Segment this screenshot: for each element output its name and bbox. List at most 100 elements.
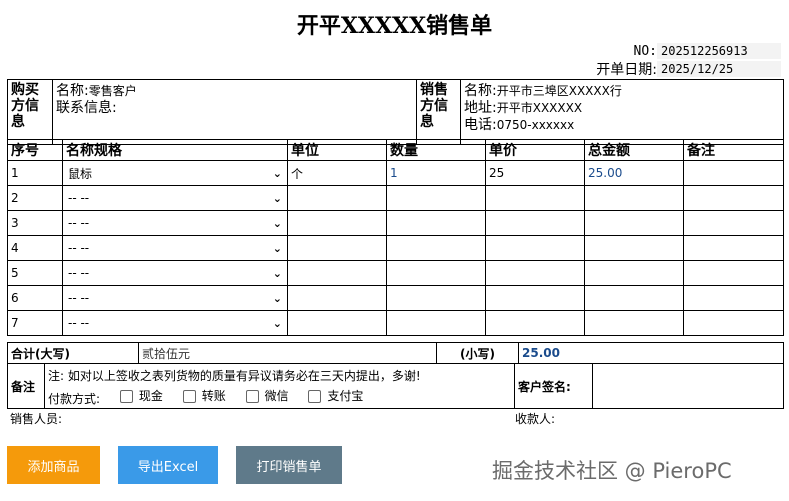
chevron-down-icon: ⌄: [272, 291, 282, 305]
seller-phone-label: 电话:: [464, 117, 497, 133]
party-info-table: 购买方信息 名称:零售客户 联系信息: 销售方信息 名称:开平市三埠区XXXXX…: [7, 79, 784, 145]
checkbox[interactable]: [245, 389, 259, 403]
invoice-number-row: NO: 202512256913: [634, 42, 781, 60]
items-table: 序号 名称规格 单位 数量 单价 总金额 备注 1 鼠标 ⌄ 个 1 25 25.…: [7, 139, 784, 336]
qty-cell[interactable]: [386, 260, 486, 286]
checkbox[interactable]: [308, 389, 322, 403]
add-product-button[interactable]: 添加商品: [7, 446, 100, 484]
price-cell[interactable]: [485, 310, 585, 336]
price-cell[interactable]: [485, 285, 585, 311]
product-select[interactable]: -- -- ⌄: [66, 313, 284, 333]
chevron-down-icon: ⌄: [272, 191, 282, 205]
table-row: 4 -- -- ⌄: [7, 235, 784, 261]
remark-cell[interactable]: [683, 210, 784, 236]
header-no: 序号: [7, 139, 63, 161]
remark-cell[interactable]: [683, 285, 784, 311]
unit-cell[interactable]: 个: [287, 160, 387, 186]
payment-option-alipay[interactable]: 支付宝: [308, 386, 363, 406]
row-no: 4: [7, 235, 63, 261]
seller-heading: 销售方信息: [416, 79, 461, 145]
qty-cell[interactable]: [386, 185, 486, 211]
buyer-heading: 购买方信息: [7, 79, 53, 145]
amount-cell: [584, 310, 684, 336]
qty-cell[interactable]: 1: [386, 160, 486, 186]
header-amount: 总金额: [584, 139, 684, 161]
export-excel-button[interactable]: 导出Excel: [118, 446, 218, 484]
header-remark: 备注: [683, 139, 784, 161]
product-select-value: -- --: [68, 216, 90, 230]
seller-info: 名称:开平市三埠区XXXXX行 地址:开平市XXXXXX 电话:0750-xxx…: [460, 79, 784, 145]
remark-cell[interactable]: [683, 185, 784, 211]
total-lower-label: (小写): [436, 342, 519, 364]
total-lower-value: 25.00: [518, 342, 784, 364]
price-cell[interactable]: [485, 235, 585, 261]
invoice-date-row: 开单日期: 2025/12/25: [596, 60, 781, 78]
page-title: 开平XXXXX销售单: [296, 13, 493, 39]
qty-cell[interactable]: [386, 310, 486, 336]
product-select[interactable]: -- -- ⌄: [66, 238, 284, 258]
product-select-value: -- --: [68, 266, 90, 280]
invoice-date-value: 2025/12/25: [657, 61, 781, 77]
amount-cell: [584, 235, 684, 261]
row-no: 6: [7, 285, 63, 311]
price-cell[interactable]: [485, 260, 585, 286]
price-cell[interactable]: [485, 185, 585, 211]
note-label: 备注: [7, 363, 45, 409]
seller-name-label: 名称:: [464, 83, 497, 99]
note-text: 注: 如对以上签收之表列货物的质量有异议请务必在三天内提出，多谢!: [48, 369, 421, 383]
buyer-name-value[interactable]: 零售客户: [89, 84, 137, 98]
qty-cell[interactable]: [386, 285, 486, 311]
seller-address-label: 地址:: [464, 100, 497, 116]
price-cell[interactable]: [485, 210, 585, 236]
chevron-down-icon: ⌄: [272, 241, 282, 255]
price-cell[interactable]: 25: [485, 160, 585, 186]
table-row: 5 -- -- ⌄: [7, 260, 784, 286]
payment-option-wechat[interactable]: 微信: [245, 386, 289, 406]
payment-option-transfer[interactable]: 转账: [182, 386, 226, 406]
unit-cell[interactable]: [287, 260, 387, 286]
table-row: 7 -- -- ⌄: [7, 310, 784, 336]
unit-cell[interactable]: [287, 185, 387, 211]
remark-cell[interactable]: [683, 310, 784, 336]
row-no: 1: [7, 160, 63, 186]
unit-cell[interactable]: [287, 310, 387, 336]
row-no: 5: [7, 260, 63, 286]
print-invoice-button[interactable]: 打印销售单: [236, 446, 342, 484]
chevron-down-icon: ⌄: [272, 166, 282, 180]
product-select[interactable]: -- -- ⌄: [66, 288, 284, 308]
unit-cell[interactable]: [287, 235, 387, 261]
buyer-name-label: 名称:: [56, 83, 89, 99]
remark-cell[interactable]: [683, 235, 784, 261]
product-select[interactable]: -- -- ⌄: [66, 213, 284, 233]
total-upper-label: 合计(大写): [7, 342, 139, 364]
qty-cell[interactable]: [386, 210, 486, 236]
product-select-value: 鼠标: [68, 166, 93, 181]
unit-cell[interactable]: [287, 285, 387, 311]
amount-cell: [584, 210, 684, 236]
remark-cell[interactable]: [683, 260, 784, 286]
product-select-value: -- --: [68, 241, 90, 255]
customer-sign-field[interactable]: [592, 363, 784, 409]
payment-label: 付款方式:: [48, 391, 101, 406]
chevron-down-icon: ⌄: [272, 316, 282, 330]
unit-cell[interactable]: [287, 210, 387, 236]
total-upper-value: 贰拾伍元: [138, 342, 437, 364]
payment-option-cash[interactable]: 现金: [119, 386, 163, 406]
table-row: 2 -- -- ⌄: [7, 185, 784, 211]
seller-address-value: 开平市XXXXXX: [496, 101, 583, 115]
seller-name-value: 开平市三埠区XXXXX行: [496, 84, 622, 98]
qty-cell[interactable]: [386, 235, 486, 261]
remark-cell[interactable]: [683, 160, 784, 186]
checkbox[interactable]: [119, 389, 133, 403]
buyer-contact-label: 联系信息:: [56, 100, 117, 116]
product-select[interactable]: -- -- ⌄: [66, 188, 284, 208]
checkbox[interactable]: [182, 389, 196, 403]
table-row: 1 鼠标 ⌄ 个 1 25 25.00: [7, 160, 784, 186]
product-select[interactable]: 鼠标 ⌄: [66, 163, 284, 183]
table-row: 3 -- -- ⌄: [7, 210, 784, 236]
invoice-number-value: 202512256913: [657, 43, 781, 59]
chevron-down-icon: ⌄: [272, 266, 282, 280]
header-unit: 单位: [287, 139, 387, 161]
invoice-date-label: 开单日期:: [596, 62, 657, 78]
product-select[interactable]: -- -- ⌄: [66, 263, 284, 283]
